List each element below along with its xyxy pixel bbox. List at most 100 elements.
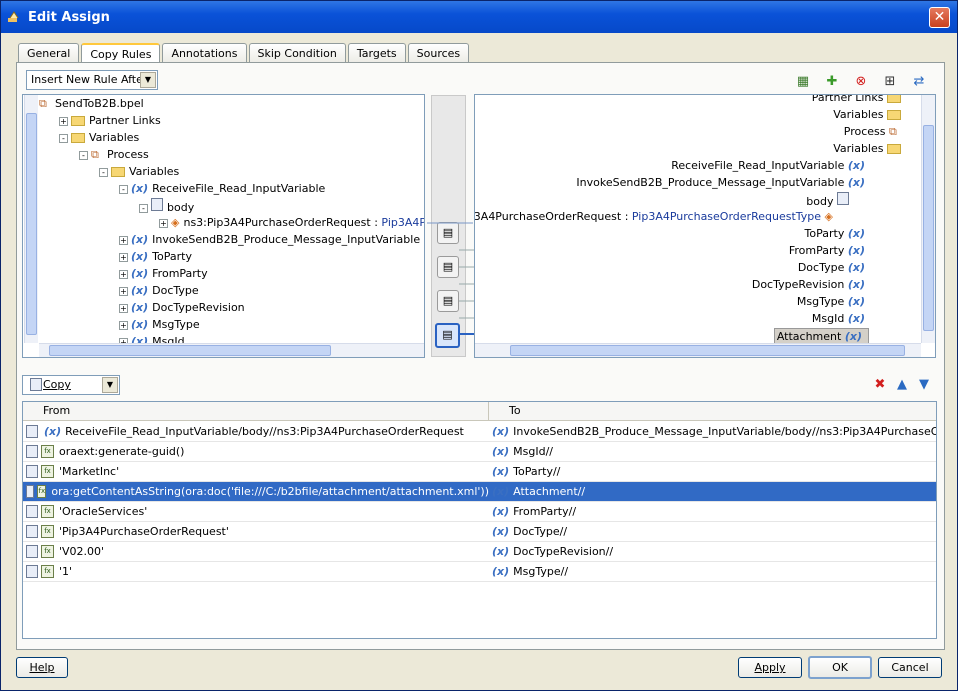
target-tree-node[interactable]: Pip3A4PurchaseOrderRequest : Pip3A4Purch… (475, 209, 837, 225)
node-label: ReceiveFile_Read_InputVariable (152, 182, 326, 195)
target-tree-node[interactable]: MsgType (x) (797, 294, 869, 310)
node-label: InvokeSendB2B_Produce_Message_InputVaria… (152, 233, 421, 246)
copy-rule-icon (26, 565, 38, 578)
target-tree-node[interactable]: FromParty (x) (789, 243, 869, 259)
source-tree-node[interactable]: + Partner Links (59, 113, 161, 129)
target-tree-node[interactable]: DocType (x) (798, 260, 869, 276)
cancel-button[interactable]: Cancel (878, 657, 942, 678)
source-tree-node[interactable]: + ◈ ns3:Pip3A4PurchaseOrderRequest : Pip3A… (159, 215, 424, 231)
close-button[interactable]: ✕ (929, 7, 950, 28)
table-row[interactable]: fx 'MarketInc' (x) ToParty// (23, 462, 936, 482)
node-label: Partner Links (89, 114, 161, 127)
delete-rule-icon[interactable]: ✖ (871, 376, 889, 394)
expression-icon: fx (41, 465, 54, 478)
target-tree-node[interactable]: MsgId (x) (812, 311, 869, 327)
source-tree-node[interactable]: - Variables (99, 164, 179, 180)
expander-icon[interactable]: + (119, 235, 128, 245)
copy-rule-icon (26, 445, 38, 458)
target-tree-node[interactable]: Variables (833, 141, 905, 157)
to-cell: (x) DocTypeRevision// (489, 545, 936, 558)
apply-button[interactable]: Apply (738, 657, 802, 678)
folder-icon (887, 110, 901, 120)
expander-icon[interactable]: + (59, 116, 68, 126)
variable-icon: (x) (844, 330, 862, 343)
expander-icon[interactable]: + (119, 252, 128, 262)
table-row[interactable]: fx 'OracleServices' (x) FromParty// (23, 502, 936, 522)
from-cell: fx '1' (23, 565, 489, 578)
tab-targets[interactable]: Targets (347, 43, 406, 63)
move-down-icon[interactable]: ▼ (915, 376, 933, 394)
expander-icon[interactable]: + (119, 320, 128, 330)
target-tree-node[interactable]: body (806, 192, 853, 208)
auto-map-icon[interactable]: ⇄ (910, 73, 928, 91)
expander-icon[interactable]: - (79, 150, 88, 160)
source-tree-node[interactable]: + (x) MsgType (119, 317, 200, 333)
expander-icon[interactable]: + (119, 286, 128, 296)
source-tree-node[interactable]: + (x) DocTypeRevision (119, 300, 245, 316)
table-row[interactable]: fx ora:getContentAsString(ora:doc('file:/… (23, 482, 936, 502)
cancel-label: Cancel (891, 661, 929, 674)
tab-skip-condition[interactable]: Skip Condition (248, 43, 346, 63)
table-row[interactable]: fx oraext:generate-guid() (x) MsgId// (23, 442, 936, 462)
column-header-to[interactable]: To (489, 402, 936, 421)
move-up-icon[interactable]: ▲ (893, 376, 911, 394)
expander-icon[interactable]: + (159, 218, 168, 228)
source-tree-node[interactable]: - Variables (59, 130, 139, 146)
xml-fragment-icon[interactable]: ✚ (823, 73, 841, 91)
column-header-from[interactable]: From (23, 402, 489, 421)
node-label: Variables (89, 131, 140, 144)
target-tree-node[interactable]: Process ⧉ (844, 124, 905, 140)
tab-copy-rules[interactable]: Copy Rules (81, 43, 161, 64)
target-tree-node[interactable]: DocTypeRevision (x) (752, 277, 869, 293)
node-label: body (806, 195, 834, 208)
expander-icon[interactable]: - (139, 203, 148, 213)
table-row[interactable]: (x) ReceiveFile_Read_InputVariable/body//… (23, 422, 936, 442)
to-value: MsgId// (513, 445, 553, 458)
target-tree-node[interactable]: ReceiveFile_Read_InputVariable (x) (671, 158, 869, 174)
target-tree-node[interactable]: Variables (833, 107, 905, 123)
target-tree-node[interactable]: Partner Links (812, 95, 905, 106)
expression-icon: fx (41, 545, 54, 558)
expander-icon[interactable]: + (119, 269, 128, 279)
target-tree-node[interactable]: Attachment (x) (773, 328, 869, 344)
table-row[interactable]: fx 'V02.00' (x) DocTypeRevision// (23, 542, 936, 562)
source-vertical-scrollbar[interactable] (24, 95, 38, 343)
source-tree-node[interactable]: + (x) FromParty (119, 266, 208, 282)
table-row[interactable]: fx '1' (x) MsgType// (23, 562, 936, 582)
copy-rule-icon (26, 425, 38, 438)
source-tree-node[interactable]: + (x) DocType (119, 283, 199, 299)
target-vertical-scrollbar[interactable] (921, 95, 935, 343)
source-tree-node[interactable]: + (x) InvokeSendB2B_Produce_Message_InputV… (119, 232, 420, 248)
delete-mapping-icon[interactable]: ⊗ (852, 73, 870, 91)
tab-sources[interactable]: Sources (407, 43, 470, 63)
target-tree-node[interactable]: ToParty (x) (805, 226, 869, 242)
node-label: FromParty (788, 244, 845, 257)
copy-rule-icon (26, 465, 38, 478)
insert-rule-dropdown[interactable]: Insert New Rule After ▼ (26, 70, 158, 90)
expander-icon[interactable]: + (119, 303, 128, 313)
to-cell: (x) InvokeSendB2B_Produce_Message_InputVa… (489, 425, 936, 438)
expander-icon[interactable]: - (59, 133, 68, 143)
source-tree-node[interactable]: ⧉ SendToB2B.bpel (39, 96, 144, 112)
target-horizontal-scrollbar[interactable] (475, 343, 921, 357)
node-label: Variables (129, 165, 180, 178)
expander-icon[interactable]: - (99, 167, 108, 177)
source-tree-node[interactable]: + (x) ToParty (119, 249, 192, 265)
tab-annotations[interactable]: Annotations (162, 43, 247, 63)
source-tree-node[interactable]: - body (139, 198, 194, 214)
help-button[interactable]: Help (16, 657, 68, 678)
from-value: ora:getContentAsString(ora:doc('file:///… (51, 485, 489, 498)
expression-builder-icon[interactable]: ▦ (794, 73, 812, 91)
copy-dropdown[interactable]: Copy ▼ (22, 375, 120, 395)
source-tree-node[interactable]: - ⧉ Process (79, 147, 149, 163)
target-tree-node[interactable]: InvokeSendB2B_Produce_Message_InputVaria… (576, 175, 869, 191)
source-horizontal-scrollbar[interactable] (39, 343, 424, 357)
source-tree-node[interactable]: - (x) ReceiveFile_Read_InputVariable (119, 181, 325, 197)
tab-general[interactable]: General (18, 43, 80, 63)
expander-icon[interactable]: - (119, 184, 128, 194)
ok-button[interactable]: OK (808, 656, 872, 679)
title-bar[interactable]: Edit Assign ✕ (1, 1, 957, 33)
function-icon[interactable]: ⊞ (881, 73, 899, 91)
from-value: ReceiveFile_Read_InputVariable/body//ns3… (65, 425, 464, 438)
table-row[interactable]: fx 'Pip3A4PurchaseOrderRequest' (x) DocType… (23, 522, 936, 542)
